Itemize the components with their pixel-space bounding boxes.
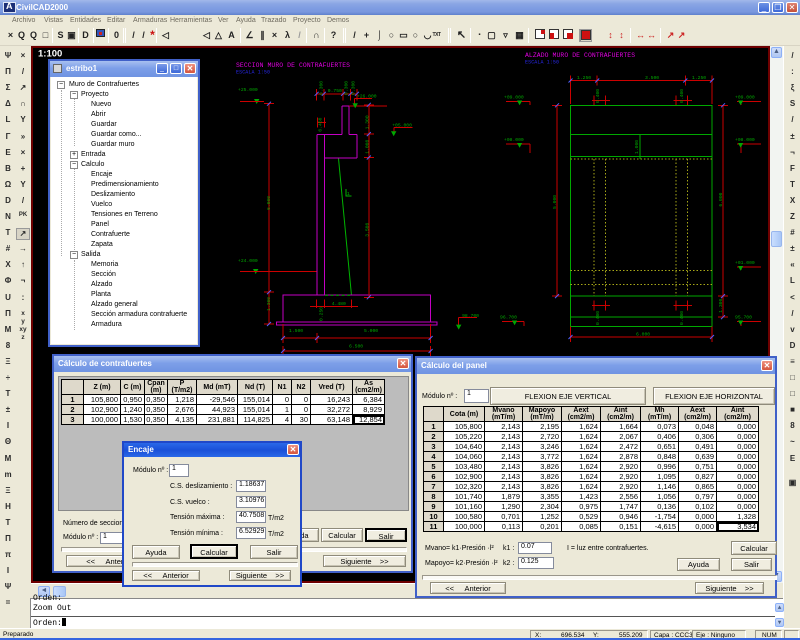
- svg-text:1.250: 1.250: [692, 75, 706, 81]
- svg-text:3.500: 3.500: [365, 223, 371, 237]
- svg-text:0.400: 0.400: [595, 311, 601, 325]
- svg-text:+24.000: +24.000: [238, 258, 258, 264]
- svg-text:+09.000: +09.000: [735, 95, 755, 101]
- svg-text:1.500: 1.500: [289, 328, 303, 334]
- svg-text:6.000: 6.000: [636, 332, 650, 338]
- svg-text:0.250: 0.250: [318, 307, 324, 321]
- svg-text:0.450: 0.450: [317, 117, 323, 131]
- svg-text:95.700: 95.700: [735, 315, 752, 321]
- svg-text:1.300: 1.300: [718, 299, 724, 313]
- svg-text:1.000: 1.000: [634, 140, 640, 154]
- svg-text:1: 1: [347, 191, 350, 197]
- svg-text:6.000: 6.000: [266, 196, 272, 210]
- svg-text:3.500: 3.500: [645, 75, 659, 81]
- svg-text:96.700: 96.700: [500, 315, 517, 321]
- svg-text:1.300: 1.300: [365, 115, 371, 129]
- svg-text:0.300: 0.300: [319, 81, 325, 95]
- svg-text:1:100: 1:100: [38, 49, 62, 60]
- svg-text:ESCALA 1:50: ESCALA 1:50: [236, 70, 270, 76]
- svg-text:+26.000: +26.000: [357, 94, 377, 100]
- svg-text:+05.000: +05.000: [392, 122, 412, 128]
- svg-text:4.480: 4.480: [332, 301, 346, 307]
- svg-text:+25.000: +25.000: [238, 87, 258, 93]
- svg-text:+08.000: +08.000: [504, 137, 524, 143]
- svg-text:1.000: 1.000: [365, 140, 371, 154]
- svg-text:+01.000: +01.000: [735, 260, 755, 266]
- svg-text:+09.000: +09.000: [504, 95, 524, 101]
- svg-text:ALZADO MURO DE CONTRAFUERTES: ALZADO MURO DE CONTRAFUERTES: [525, 52, 635, 59]
- svg-text:98.700: 98.700: [462, 313, 479, 319]
- svg-text:6.500: 6.500: [349, 344, 363, 350]
- svg-text:SECCION MURO DE CONTRAFUERTES: SECCION MURO DE CONTRAFUERTES: [236, 62, 350, 69]
- svg-text:ESCALA 1:50: ESCALA 1:50: [525, 60, 559, 66]
- svg-text:1.300: 1.300: [266, 297, 272, 311]
- svg-text:0.400: 0.400: [679, 89, 685, 103]
- svg-text:0.750: 0.750: [328, 88, 342, 94]
- svg-text:+08.000: +08.000: [735, 137, 755, 143]
- svg-text:0.400: 0.400: [679, 311, 685, 325]
- svg-text:5.000: 5.000: [552, 195, 558, 209]
- svg-text:0.400: 0.400: [595, 89, 601, 103]
- svg-text:5.000: 5.000: [364, 328, 378, 334]
- svg-text:1.250: 1.250: [577, 75, 591, 81]
- svg-text:6.000: 6.000: [718, 192, 724, 206]
